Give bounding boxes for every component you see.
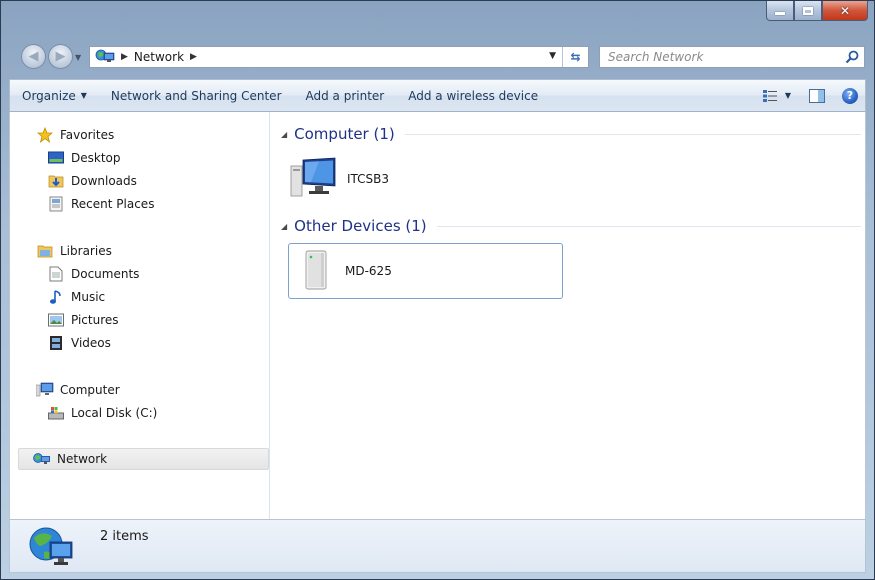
help-button[interactable]: ?: [835, 80, 865, 111]
sidebar-item-label: Favorites: [60, 128, 115, 142]
network-item-label: ITCSB3: [347, 172, 390, 186]
sidebar-item-label: Recent Places: [71, 197, 155, 211]
desktop-icon: [47, 150, 65, 166]
forward-button[interactable]: ▶: [48, 44, 73, 69]
sidebar-item-label: Pictures: [71, 313, 119, 327]
sidebar-item-label: Music: [71, 290, 106, 304]
sidebar-item-label: Network: [57, 452, 108, 466]
sidebar-item-favorites[interactable]: Favorites: [36, 124, 114, 146]
network-icon: [95, 48, 115, 67]
recent-places-icon: [47, 196, 65, 212]
caption-buttons: ✕: [766, 1, 868, 21]
address-row: ◀ ▶ ▼ ▶ Network ▶ ▼ ⇆: [1, 37, 874, 77]
sidebar-item-network[interactable]: Network: [18, 448, 269, 470]
sidebar-item-label: Videos: [71, 336, 111, 350]
search-box: [599, 46, 865, 68]
command-bar: Organize ▼ Network and Sharing Center Ad…: [9, 79, 866, 112]
refresh-button[interactable]: ⇆: [562, 47, 588, 67]
sidebar-item-label: Computer: [60, 383, 120, 397]
navigation-pane: Favorites Desktop Downloads Recent Place…: [10, 112, 270, 519]
search-icon[interactable]: [842, 47, 862, 67]
sidebar-item-local-disk[interactable]: Local Disk (C:): [47, 402, 157, 424]
network-icon: [33, 451, 51, 467]
star-icon: [36, 127, 54, 143]
close-button[interactable]: ✕: [822, 1, 868, 21]
organize-button[interactable]: Organize ▼: [10, 80, 99, 111]
local-disk-icon: [47, 405, 65, 421]
view-options-icon: [762, 89, 777, 102]
address-dropdown-icon[interactable]: ▼: [549, 51, 556, 61]
sidebar-item-computer[interactable]: Computer: [36, 379, 120, 401]
group-title: Computer (1): [294, 125, 395, 143]
sidebar-item-videos[interactable]: Videos: [47, 332, 111, 354]
group-divider: [436, 225, 861, 227]
back-arrow-icon: ◀: [28, 49, 39, 64]
sidebar-item-label: Libraries: [60, 244, 112, 258]
forward-arrow-icon: ▶: [55, 49, 66, 64]
maximize-icon: [803, 6, 813, 15]
group-title: Other Devices (1): [294, 217, 427, 235]
group-divider: [404, 133, 861, 135]
network-sharing-center-button[interactable]: Network and Sharing Center: [99, 80, 294, 111]
preview-pane-icon: [809, 88, 825, 103]
sidebar-item-label: Desktop: [71, 151, 121, 165]
chevron-down-icon: ▼: [80, 91, 87, 100]
sidebar-item-recent-places[interactable]: Recent Places: [47, 193, 154, 215]
sidebar-item-music[interactable]: Music: [47, 286, 105, 308]
chevron-down-icon: ▼: [784, 91, 791, 100]
breadcrumb-separator-icon[interactable]: ▶: [121, 52, 128, 62]
documents-icon: [47, 266, 65, 282]
computer-icon: [36, 382, 54, 398]
help-icon: ?: [842, 87, 858, 104]
group-header-computer[interactable]: ◢ Computer (1): [281, 124, 861, 144]
status-item-count: 2 items: [100, 529, 149, 544]
network-item-label: MD-625: [345, 264, 392, 278]
device-icon: [301, 248, 331, 295]
status-bar: 2 items: [9, 519, 866, 573]
sidebar-item-label: Downloads: [71, 174, 137, 188]
recent-pages-dropdown[interactable]: ▼: [75, 53, 81, 62]
sidebar-item-label: Local Disk (C:): [71, 406, 158, 420]
content-area: Favorites Desktop Downloads Recent Place…: [9, 112, 866, 519]
sidebar-item-desktop[interactable]: Desktop: [47, 147, 121, 169]
network-item-md625[interactable]: MD-625: [288, 243, 563, 299]
computer-icon: [289, 156, 339, 203]
sidebar-item-pictures[interactable]: Pictures: [47, 309, 119, 331]
sidebar-item-label: Documents: [71, 267, 140, 281]
main-pane: ◢ Computer (1) ITCSB3 ◢ Other Devices (1…: [271, 112, 865, 519]
collapse-triangle-icon[interactable]: ◢: [281, 222, 287, 231]
sidebar-item-documents[interactable]: Documents: [47, 263, 139, 285]
minimize-icon: [775, 12, 785, 15]
libraries-icon: [36, 243, 54, 259]
downloads-icon: [47, 173, 65, 189]
address-bar[interactable]: ▶ Network ▶ ▼ ⇆: [89, 46, 589, 68]
network-icon: [28, 524, 74, 570]
change-view-button[interactable]: ▼: [755, 80, 799, 111]
videos-icon: [47, 335, 65, 351]
preview-pane-button[interactable]: [799, 80, 835, 111]
sidebar-item-libraries[interactable]: Libraries: [36, 240, 112, 262]
refresh-icon: ⇆: [570, 50, 581, 64]
collapse-triangle-icon[interactable]: ◢: [281, 130, 287, 139]
command-bar-right: ▼ ?: [755, 80, 865, 111]
network-item-itcsb3[interactable]: ITCSB3: [289, 152, 439, 206]
organize-label: Organize: [22, 88, 76, 103]
group-header-other-devices[interactable]: ◢ Other Devices (1): [281, 216, 861, 236]
close-icon: ✕: [839, 3, 851, 18]
minimize-button[interactable]: [766, 1, 794, 21]
sidebar-item-downloads[interactable]: Downloads: [47, 170, 137, 192]
maximize-button[interactable]: [794, 1, 822, 21]
explorer-window: ✕ ◀ ▶ ▼ ▶ Network ▶ ▼ ⇆ Search Network O…: [0, 0, 875, 580]
search-input[interactable]: [600, 48, 842, 66]
breadcrumb-separator-icon[interactable]: ▶: [190, 52, 197, 62]
breadcrumb-network[interactable]: Network: [134, 50, 184, 64]
pictures-icon: [47, 312, 65, 328]
add-printer-button[interactable]: Add a printer: [294, 80, 397, 111]
back-button[interactable]: ◀: [21, 44, 46, 69]
add-wireless-device-button[interactable]: Add a wireless device: [396, 80, 550, 111]
music-icon: [47, 289, 65, 305]
